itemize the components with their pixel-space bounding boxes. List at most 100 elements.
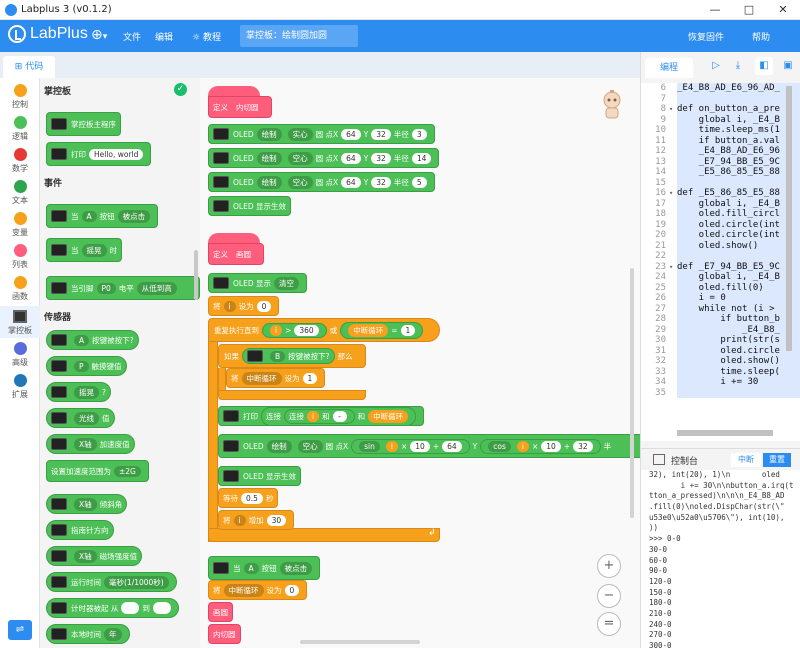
block-timer[interactable]: 计时器被起 从 到 [46, 598, 179, 618]
category-control[interactable]: 控制 [0, 84, 40, 110]
function-name-field[interactable]: 内切圆 [231, 100, 264, 114]
code-vertical-scrollbar[interactable] [786, 86, 792, 351]
fold-icon[interactable] [669, 325, 677, 336]
code-line[interactable]: 9 global i, _E4_B [641, 114, 800, 126]
code-line[interactable]: 34 i += 30 [641, 377, 800, 388]
code-line[interactable]: 30 print(str(s [641, 335, 800, 346]
fold-icon[interactable] [669, 94, 677, 105]
mode-dropdown[interactable]: 绘制 [256, 175, 282, 189]
code-line[interactable]: 29 _E4_B8_ [641, 324, 800, 336]
code-line[interactable]: 14 _E5_86_85_E5_88 [641, 167, 800, 178]
block-oled-circle-2[interactable]: OLED 绘制 空心圆 点X 64 Y 32 半径 14 [208, 148, 440, 168]
level-dropdown[interactable]: 从低到高 [136, 281, 177, 295]
tab-programming[interactable]: 编程 [645, 58, 693, 78]
code-editor[interactable]: 6 _E4_B8_AD_E6_96_AD_ 7 8 ▾ def on_button_a_p… [641, 83, 800, 441]
language-globe-icon[interactable]: ⊕▾ [91, 27, 107, 43]
maximize-button[interactable]: □ [732, 0, 766, 20]
fold-icon[interactable] [669, 115, 677, 126]
code-horizontal-scrollbar[interactable] [677, 430, 773, 436]
code-line[interactable]: 16 ▾ def _E5_86_85_E5_88 [641, 188, 800, 199]
value-field[interactable]: 32 [573, 440, 593, 452]
variable-break[interactable]: 中断循环 [348, 323, 389, 337]
variable-i[interactable]: i [307, 410, 320, 422]
value-field[interactable]: 360 [294, 324, 319, 336]
block-oled-show-2[interactable]: OLED 显示生效 [218, 466, 301, 486]
category-advanced[interactable]: 高级 [0, 342, 40, 368]
block-when-shake[interactable]: 当摇晃时 [46, 238, 122, 262]
block-when-pin[interactable]: 当引脚 P0 电平 从低到高 [46, 276, 200, 300]
robot-mascot-icon[interactable] [598, 90, 626, 120]
workspace-menu-button[interactable]: = [597, 612, 621, 636]
code-line[interactable]: 6 _E4_B8_AD_E6_96_AD_ [641, 83, 800, 94]
block-print[interactable]: 打印 Hello, world [46, 142, 152, 166]
button-dropdown[interactable]: A [74, 334, 90, 346]
fold-icon[interactable] [669, 251, 677, 262]
code-line[interactable]: 20 oled.circle(int [641, 230, 800, 241]
touch-pin-dropdown[interactable]: P [74, 360, 89, 372]
console-output[interactable]: 32), int(20), 1)\n oled i += 30\n\nbutto… [641, 470, 800, 648]
event-dropdown[interactable]: 被点击 [117, 209, 151, 223]
code-line[interactable]: 31 oled.circle [641, 345, 800, 356]
variable-i[interactable]: i [385, 440, 398, 452]
code-line[interactable]: 18 oled.fill_circl [641, 209, 800, 220]
timer-to-slot[interactable] [152, 602, 171, 614]
radius-field[interactable]: 14 [411, 152, 432, 164]
reset-button[interactable]: 重置 [763, 453, 791, 467]
fold-icon[interactable] [669, 125, 677, 136]
code-line[interactable]: 10 time.sleep_ms(1 [641, 125, 800, 136]
code-line[interactable]: 27 while not (i > [641, 303, 800, 314]
variable-dropdown[interactable]: i [233, 514, 246, 526]
code-line[interactable]: 33 time.sleep( [641, 366, 800, 377]
variable-dropdown[interactable]: i [223, 300, 236, 312]
block-button-pressed[interactable]: A 按键被按下? [46, 330, 139, 350]
x-field[interactable]: 64 [341, 128, 361, 140]
event-dropdown[interactable]: 被点击 [279, 561, 313, 575]
block-set-i[interactable]: 将 i 设为 0 [208, 296, 280, 316]
block-local-time[interactable]: 本地时间年 [46, 624, 130, 644]
math-add-y[interactable]: cos i × 10 +32 [480, 438, 601, 454]
function-name-field[interactable]: 画圆 [231, 247, 256, 261]
block-define-draw-circle[interactable]: 定义 画圆 [208, 243, 264, 265]
block-print-join[interactable]: 打印 连接 连接 i 和 - 和中断循环 [218, 406, 425, 426]
block-set-break[interactable]: 将中断循环 设为 1 [226, 368, 326, 388]
block-wait[interactable]: 等待 0.5 秒 [218, 488, 279, 508]
block-increment-i[interactable]: 将 i 增加 30 [218, 510, 295, 530]
gesture-dropdown[interactable]: 摇晃 [81, 243, 107, 257]
layout-full-icon[interactable]: ▣ [779, 57, 797, 75]
block-main-program[interactable]: 掌控板主程序 [46, 112, 121, 136]
code-line[interactable]: 11 if button_a.val [641, 135, 800, 147]
fold-icon[interactable] [669, 283, 677, 294]
x-field[interactable]: 64 [341, 152, 361, 164]
block-set-accel-range[interactable]: 设置加速度范围为 ±2G [46, 460, 149, 482]
fold-icon[interactable] [669, 146, 677, 157]
fill-dropdown[interactable]: 空心 [287, 175, 313, 189]
unit-dropdown[interactable]: 毫秒(1/1000秒) [104, 575, 169, 589]
block-oled-show[interactable]: OLED 显示生效 [208, 196, 291, 216]
x-field[interactable]: 64 [341, 176, 361, 188]
fold-icon[interactable]: ▾ [669, 188, 677, 199]
y-field[interactable]: 32 [371, 128, 391, 140]
code-line[interactable]: 19 oled.circle(int [641, 219, 800, 231]
workspace-horizontal-scrollbar[interactable] [300, 640, 420, 644]
code-line[interactable]: 24 global i, _E4_B [641, 272, 800, 283]
fill-dropdown[interactable]: 空心 [287, 151, 313, 165]
code-line[interactable]: 21 oled.show() [641, 240, 800, 251]
variable-dropdown[interactable]: 中断循环 [241, 371, 282, 385]
restore-firmware-button[interactable]: 恢复固件 [688, 30, 724, 43]
radius-field[interactable]: 3 [411, 128, 427, 140]
fold-icon[interactable] [669, 293, 677, 304]
fold-icon[interactable] [669, 209, 677, 220]
code-line[interactable]: 32 oled.show() [641, 356, 800, 367]
fold-icon[interactable] [669, 136, 677, 147]
code-line[interactable]: 28 if button_b [641, 314, 800, 325]
mode-dropdown[interactable]: 绘制 [256, 127, 282, 141]
y-field[interactable]: 32 [371, 176, 391, 188]
value-field[interactable]: 1 [400, 324, 416, 336]
code-line[interactable]: 22 [641, 251, 800, 262]
category-functions[interactable]: 函数 [0, 276, 40, 302]
code-line[interactable]: 8 ▾ def on_button_a_pre [641, 104, 800, 115]
trig-dropdown[interactable]: cos [488, 440, 511, 452]
fold-icon[interactable] [669, 220, 677, 231]
code-line[interactable]: 26 i = 0 [641, 293, 800, 304]
code-line[interactable]: 17 global i, _E4_B [641, 198, 800, 209]
